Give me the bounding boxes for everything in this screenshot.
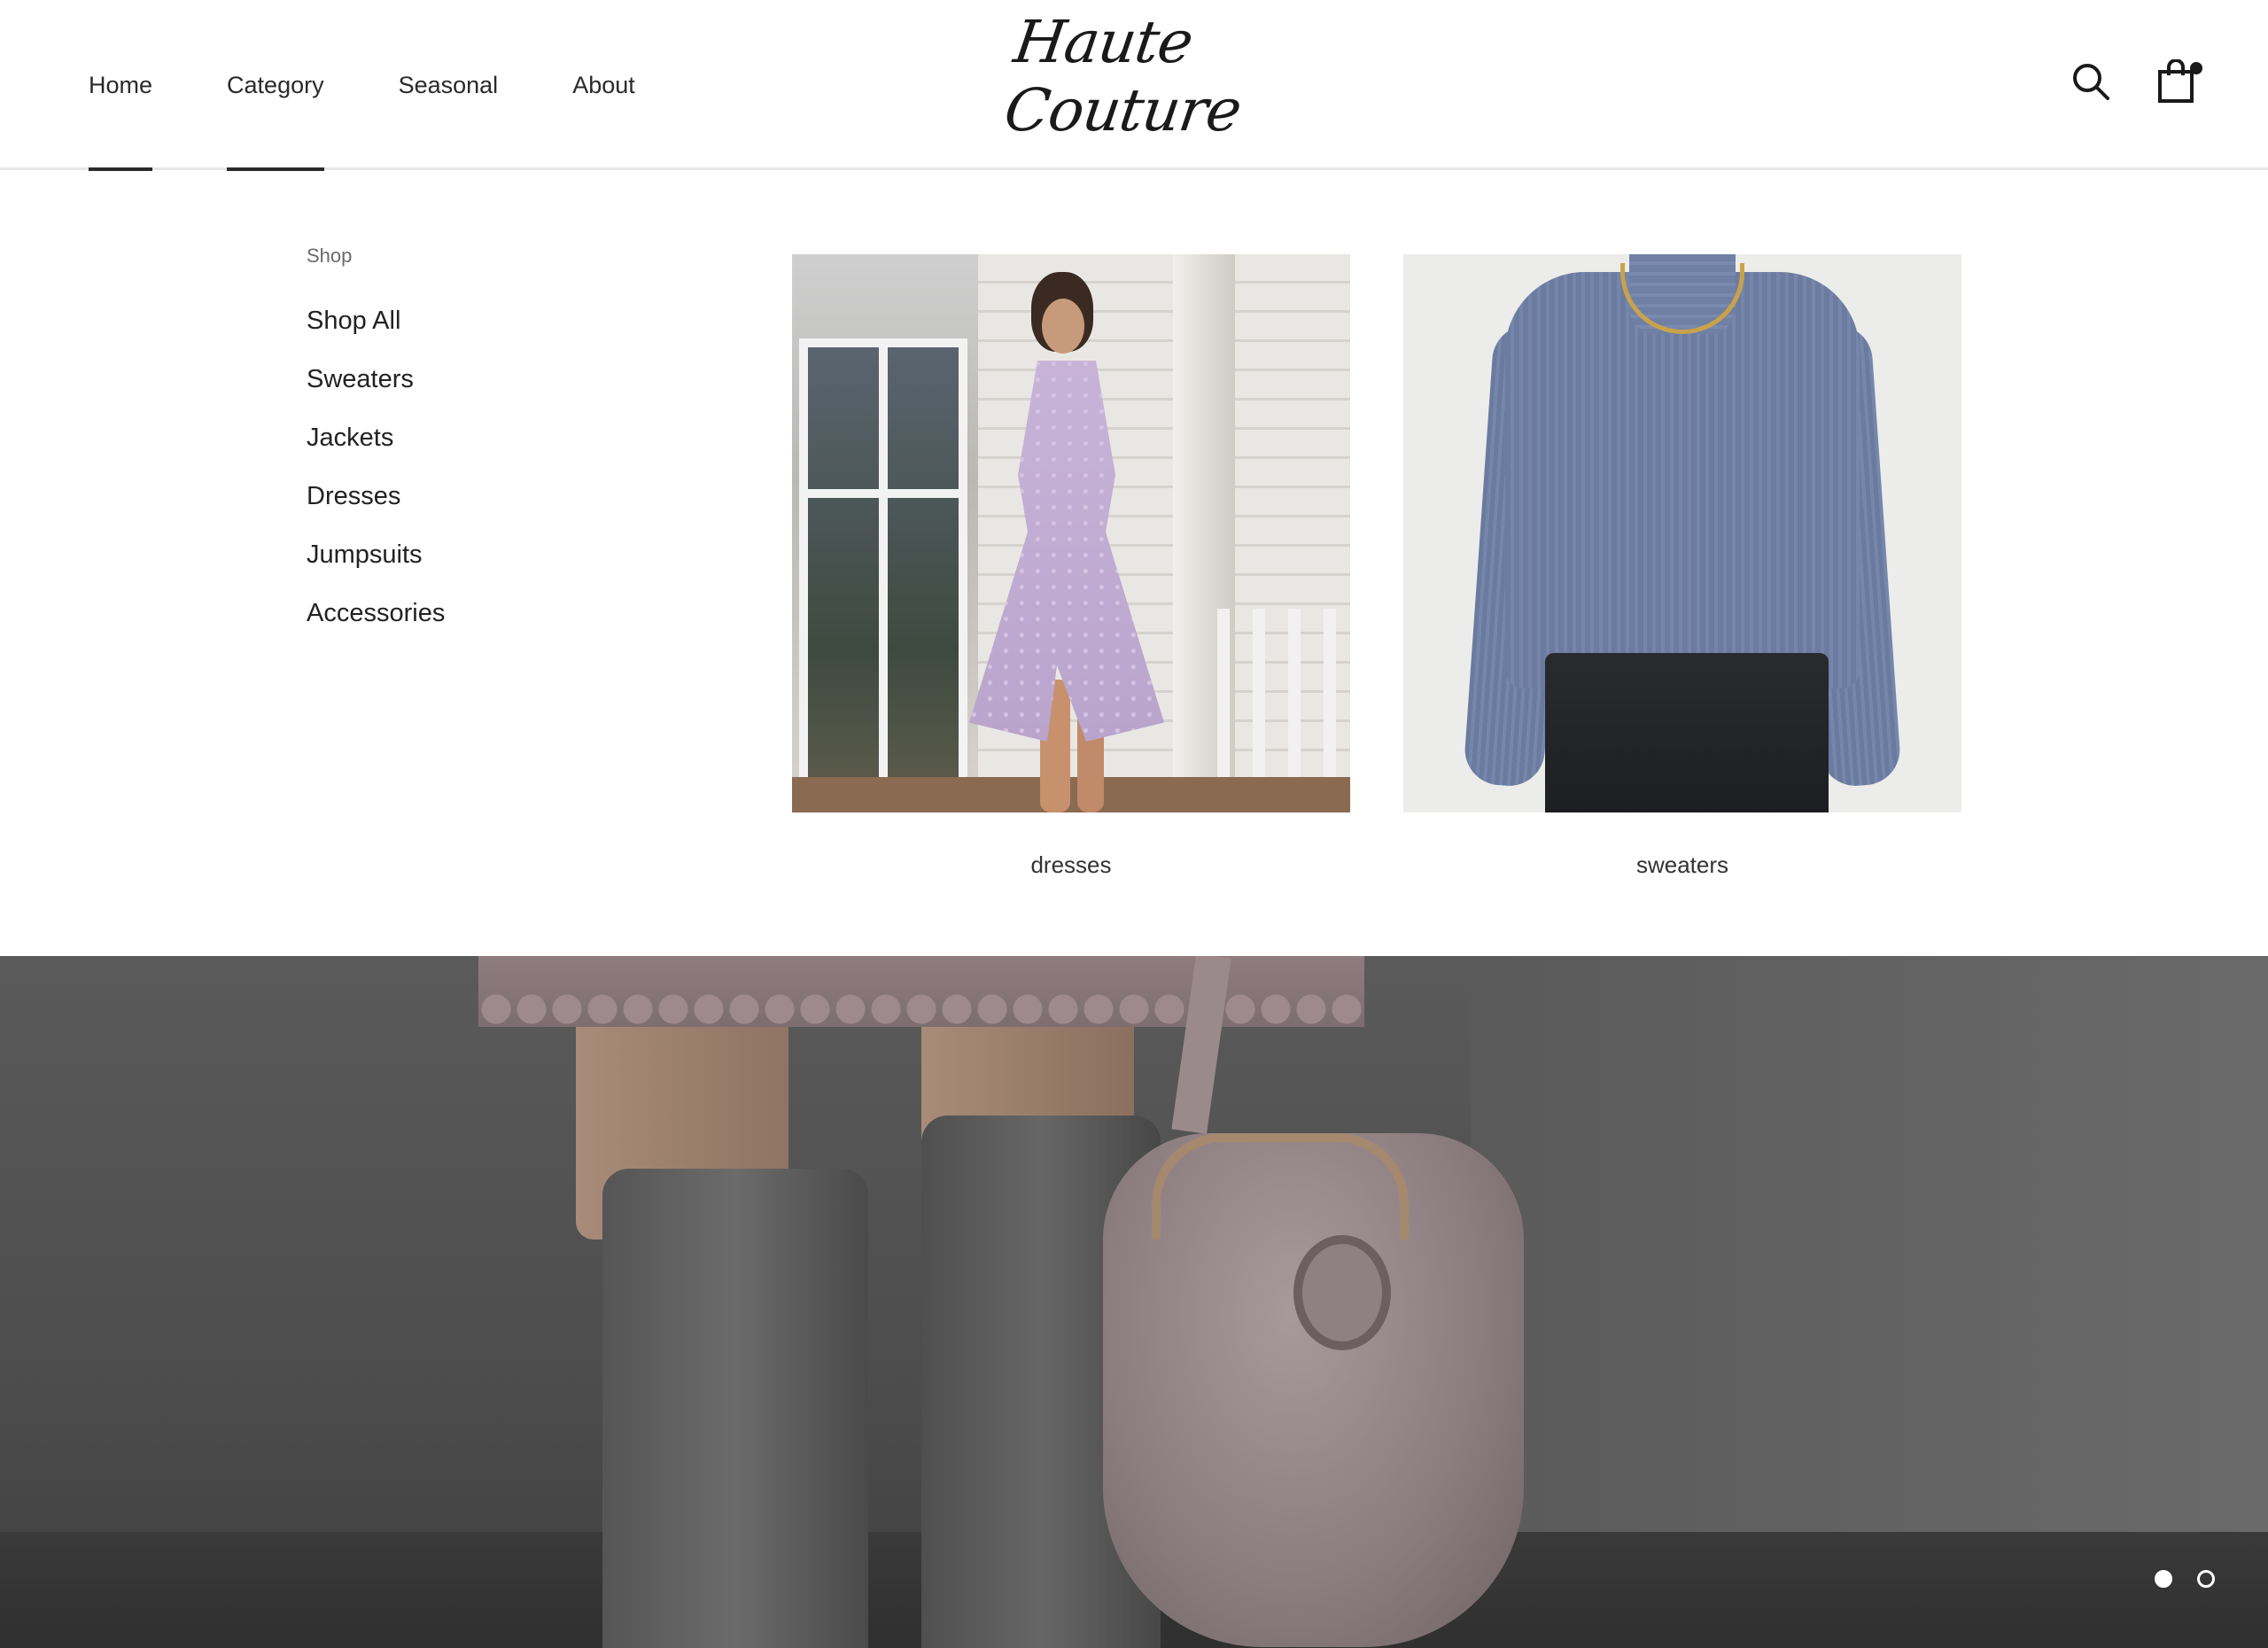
nav-about[interactable]: About (572, 0, 635, 170)
hero-slideshow (0, 956, 2268, 1648)
shopping-bag-icon (2158, 59, 2194, 103)
sweaters-caption[interactable]: sweaters (1403, 851, 1961, 879)
nav-category-label: Category (227, 71, 324, 98)
promo-card-dresses[interactable]: dresses (792, 254, 1350, 879)
site-logo[interactable]: Haute Couture (1000, 8, 1273, 144)
cart-button[interactable] (2155, 57, 2202, 106)
menu-item-dresses[interactable]: Dresses (307, 478, 445, 537)
main-nav: Home Category Seasonal About (89, 0, 710, 171)
slide-pagination (2155, 1570, 2215, 1588)
nav-home[interactable]: Home (89, 0, 153, 171)
slide-dot-2[interactable] (2197, 1570, 2215, 1588)
search-icon (2073, 64, 2109, 100)
menu-item-sweaters[interactable]: Sweaters (307, 361, 445, 420)
dresses-image[interactable] (792, 254, 1350, 812)
header-actions (2070, 57, 2202, 106)
nav-home-label: Home (89, 71, 153, 98)
menu-item-accessories[interactable]: Accessories (307, 595, 445, 654)
site-header: Home Category Seasonal About Haute Coutu… (0, 0, 2268, 171)
slide-dot-1[interactable] (2155, 1570, 2172, 1588)
nav-about-label: About (572, 71, 635, 98)
menu-heading: Shop (307, 245, 353, 267)
search-button[interactable] (2070, 57, 2112, 106)
menu-item-shop-all[interactable]: Shop All (307, 303, 445, 361)
sweaters-image[interactable] (1403, 254, 1961, 812)
menu-item-jumpsuits[interactable]: Jumpsuits (307, 537, 445, 595)
cart-indicator-dot (2190, 62, 2202, 74)
promo-card-sweaters[interactable]: sweaters (1403, 254, 1961, 879)
dresses-caption[interactable]: dresses (792, 851, 1350, 879)
category-mega-menu: Shop Shop All Sweaters Jackets Dresses J… (0, 170, 2268, 956)
category-list: Shop All Sweaters Jackets Dresses Jumpsu… (307, 303, 445, 654)
nav-seasonal-label: Seasonal (398, 71, 499, 98)
page: Home Category Seasonal About Haute Coutu… (0, 0, 2268, 1648)
nav-category[interactable]: Category (227, 0, 324, 171)
nav-seasonal[interactable]: Seasonal (399, 0, 499, 170)
menu-item-jackets[interactable]: Jackets (307, 420, 445, 478)
